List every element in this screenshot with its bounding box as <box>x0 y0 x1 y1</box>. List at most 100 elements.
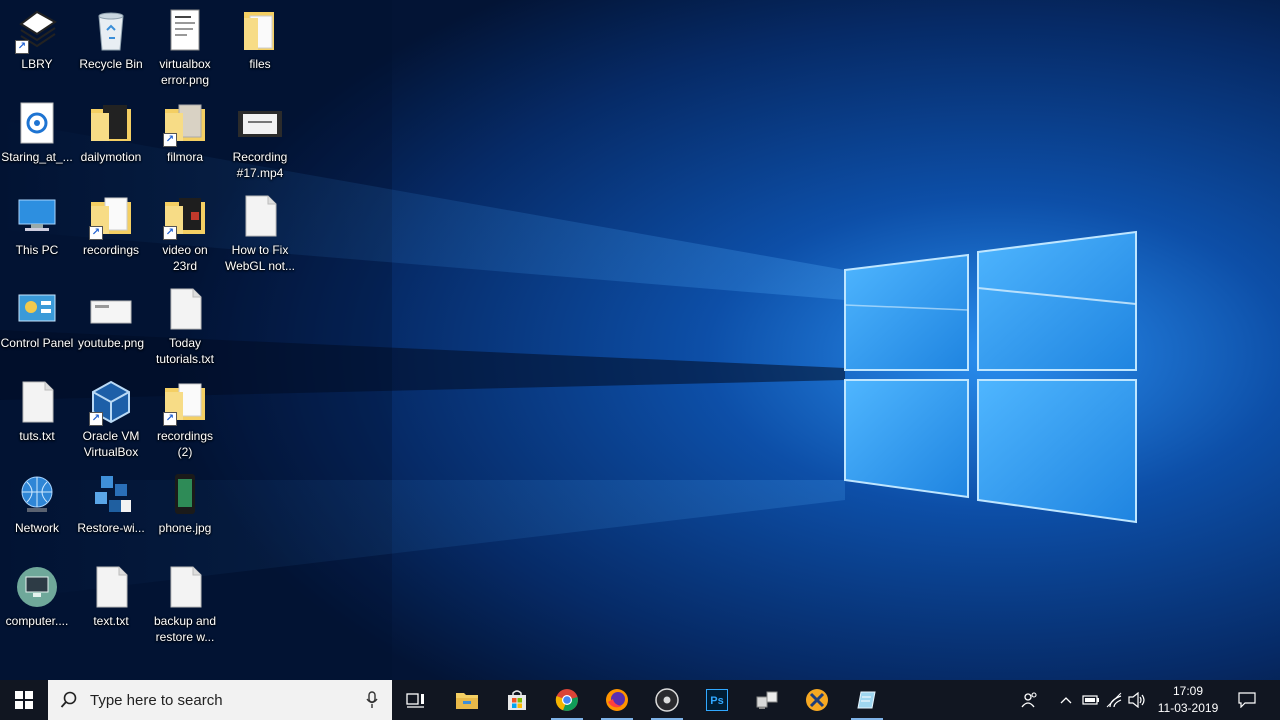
taskbar-obs[interactable] <box>643 680 691 720</box>
desktop-icon-virtualbox-error[interactable]: virtualbox error.png <box>148 0 222 88</box>
desktop-icon-recordings-2[interactable]: ↗ recordings (2) <box>148 372 222 460</box>
tray-wifi[interactable] <box>1104 680 1126 720</box>
folder-icon: ↗ <box>161 378 209 426</box>
desktop-icon-recordings[interactable]: ↗ recordings <box>74 186 148 258</box>
desktop-icon-label: Network <box>14 521 59 535</box>
desktop-icon-label: Recording #17.mp4 <box>232 150 288 180</box>
tray-volume[interactable] <box>1126 680 1148 720</box>
taskbar-firefox[interactable] <box>593 680 641 720</box>
taskbar-xampp[interactable] <box>793 680 841 720</box>
taskbar-file-explorer[interactable] <box>443 680 491 720</box>
text-file-icon <box>161 563 209 611</box>
desktop-icon-this-pc[interactable]: This PC <box>0 186 74 258</box>
desktop-icon-label: youtube.png <box>77 336 145 350</box>
taskbar-network-tool[interactable] <box>743 680 791 720</box>
folder-icon: ↗ <box>87 192 135 240</box>
photoshop-icon: Ps <box>706 689 728 711</box>
chrome-icon <box>555 689 578 711</box>
desktop-icon-label: dailymotion <box>80 150 142 164</box>
desktop-icon-youtube-png[interactable]: youtube.png <box>74 279 148 351</box>
text-file-icon <box>161 285 209 333</box>
desktop-icon-restore-wi[interactable]: Restore-wi... <box>74 464 148 536</box>
virtualbox-icon: ↗ <box>87 378 135 426</box>
clock-time: 17:09 <box>1172 684 1204 698</box>
network-icon <box>13 470 61 518</box>
computers-icon <box>756 691 778 709</box>
phone-image-icon <box>161 470 209 518</box>
desktop-icon-video-on-23rd[interactable]: ↗ video on 23rd <box>148 186 222 274</box>
text-file-icon <box>13 378 61 426</box>
desktop-icon-recording-17[interactable]: Recording #17.mp4 <box>223 93 297 181</box>
desktop-icon-text-txt[interactable]: text.txt <box>74 557 148 629</box>
desktop-icon-backup-restore[interactable]: backup and restore w... <box>148 557 222 645</box>
desktop-icon-label: tuts.txt <box>19 429 55 443</box>
tray-show-hidden[interactable] <box>1056 680 1076 720</box>
desktop-icon-computer[interactable]: computer.... <box>0 557 74 629</box>
control-panel-icon <box>13 285 61 333</box>
desktop-icon-label: Restore-wi... <box>77 521 145 535</box>
desktop-icon-label: Control Panel <box>0 336 74 350</box>
microphone-icon[interactable] <box>366 691 378 709</box>
search-placeholder: Type here to search <box>90 691 223 709</box>
wifi-icon <box>1106 692 1122 708</box>
restore-package-icon <box>87 470 135 518</box>
desktop-icon-label: recordings (2) <box>156 429 214 459</box>
chevron-up-icon <box>1060 697 1072 704</box>
desktop-icon-label: How to Fix WebGL not... <box>224 243 296 273</box>
desktop-icons-area: ↗ LBRY Staring_at_... This PC Control Pa… <box>0 0 1280 680</box>
desktop-icon-label: LBRY <box>21 57 53 71</box>
desktop-icon-dailymotion[interactable]: dailymotion <box>74 93 148 165</box>
action-center-icon <box>1238 692 1256 708</box>
desktop-icon-lbry[interactable]: ↗ LBRY <box>0 0 74 72</box>
desktop-icon-virtualbox[interactable]: ↗ Oracle VM VirtualBox <box>74 372 148 460</box>
taskbar-chrome[interactable] <box>543 680 591 720</box>
desktop-icon-label: Today tutorials.txt <box>155 336 215 366</box>
desktop-icon-files[interactable]: files <box>223 0 297 72</box>
desktop-icon-today-tutorials[interactable]: Today tutorials.txt <box>148 279 222 367</box>
image-file-icon <box>87 285 135 333</box>
desktop-icon-staring[interactable]: Staring_at_... <box>0 93 74 165</box>
people-icon <box>1021 692 1037 708</box>
start-button[interactable] <box>0 680 48 720</box>
taskbar-photoshop[interactable]: Ps <box>693 680 741 720</box>
action-center-button[interactable] <box>1232 680 1262 720</box>
taskbar-microsoft-store[interactable] <box>493 680 541 720</box>
desktop-icon-how-to-fix-webgl[interactable]: How to Fix WebGL not... <box>223 186 297 274</box>
video-file-icon <box>236 99 284 147</box>
text-file-icon <box>87 563 135 611</box>
desktop-icon-label: files <box>249 57 271 71</box>
lbry-app-icon: ↗ <box>13 6 61 54</box>
desktop-icon-tuts[interactable]: tuts.txt <box>0 372 74 444</box>
desktop-icon-label: Recycle Bin <box>79 57 143 71</box>
volume-icon <box>1128 692 1145 708</box>
desktop-icon-label: computer.... <box>5 614 69 628</box>
tray-people[interactable] <box>1016 680 1044 720</box>
battery-icon <box>1082 695 1099 705</box>
taskbar: Type here to search Ps 17:09 11-03-2019 <box>0 680 1280 720</box>
desktop-icon-label: Oracle VM VirtualBox <box>82 429 140 459</box>
search-icon <box>60 691 77 708</box>
folder-icon <box>456 693 478 709</box>
desktop-icon-phone-jpg[interactable]: phone.jpg <box>148 464 222 536</box>
this-pc-icon <box>13 192 61 240</box>
taskbar-clock[interactable]: 17:09 11-03-2019 <box>1148 680 1228 720</box>
computer-icon <box>13 563 61 611</box>
desktop-icon-label: text.txt <box>93 614 129 628</box>
taskbar-search-box[interactable]: Type here to search <box>48 680 392 720</box>
desktop-icon-label: Staring_at_... <box>1 150 73 164</box>
windows-logo-icon <box>15 691 33 709</box>
taskbar-notepad-app[interactable] <box>843 680 891 720</box>
tray-battery[interactable] <box>1080 680 1102 720</box>
desktop-icon-filmora[interactable]: ↗ filmora <box>148 93 222 165</box>
folder-icon: ↗ <box>161 192 209 240</box>
desktop-icon-label: filmora <box>166 150 203 164</box>
recycle-bin-icon <box>87 6 135 54</box>
xampp-icon <box>806 689 828 711</box>
desktop-icon-recycle-bin[interactable]: Recycle Bin <box>74 0 148 72</box>
desktop-icon-network[interactable]: Network <box>0 464 74 536</box>
folder-icon: ↗ <box>161 99 209 147</box>
taskbar-task-view-button[interactable] <box>392 680 440 720</box>
folder-icon <box>236 6 284 54</box>
firefox-icon <box>606 689 628 711</box>
desktop-icon-control-panel[interactable]: Control Panel <box>0 279 74 351</box>
